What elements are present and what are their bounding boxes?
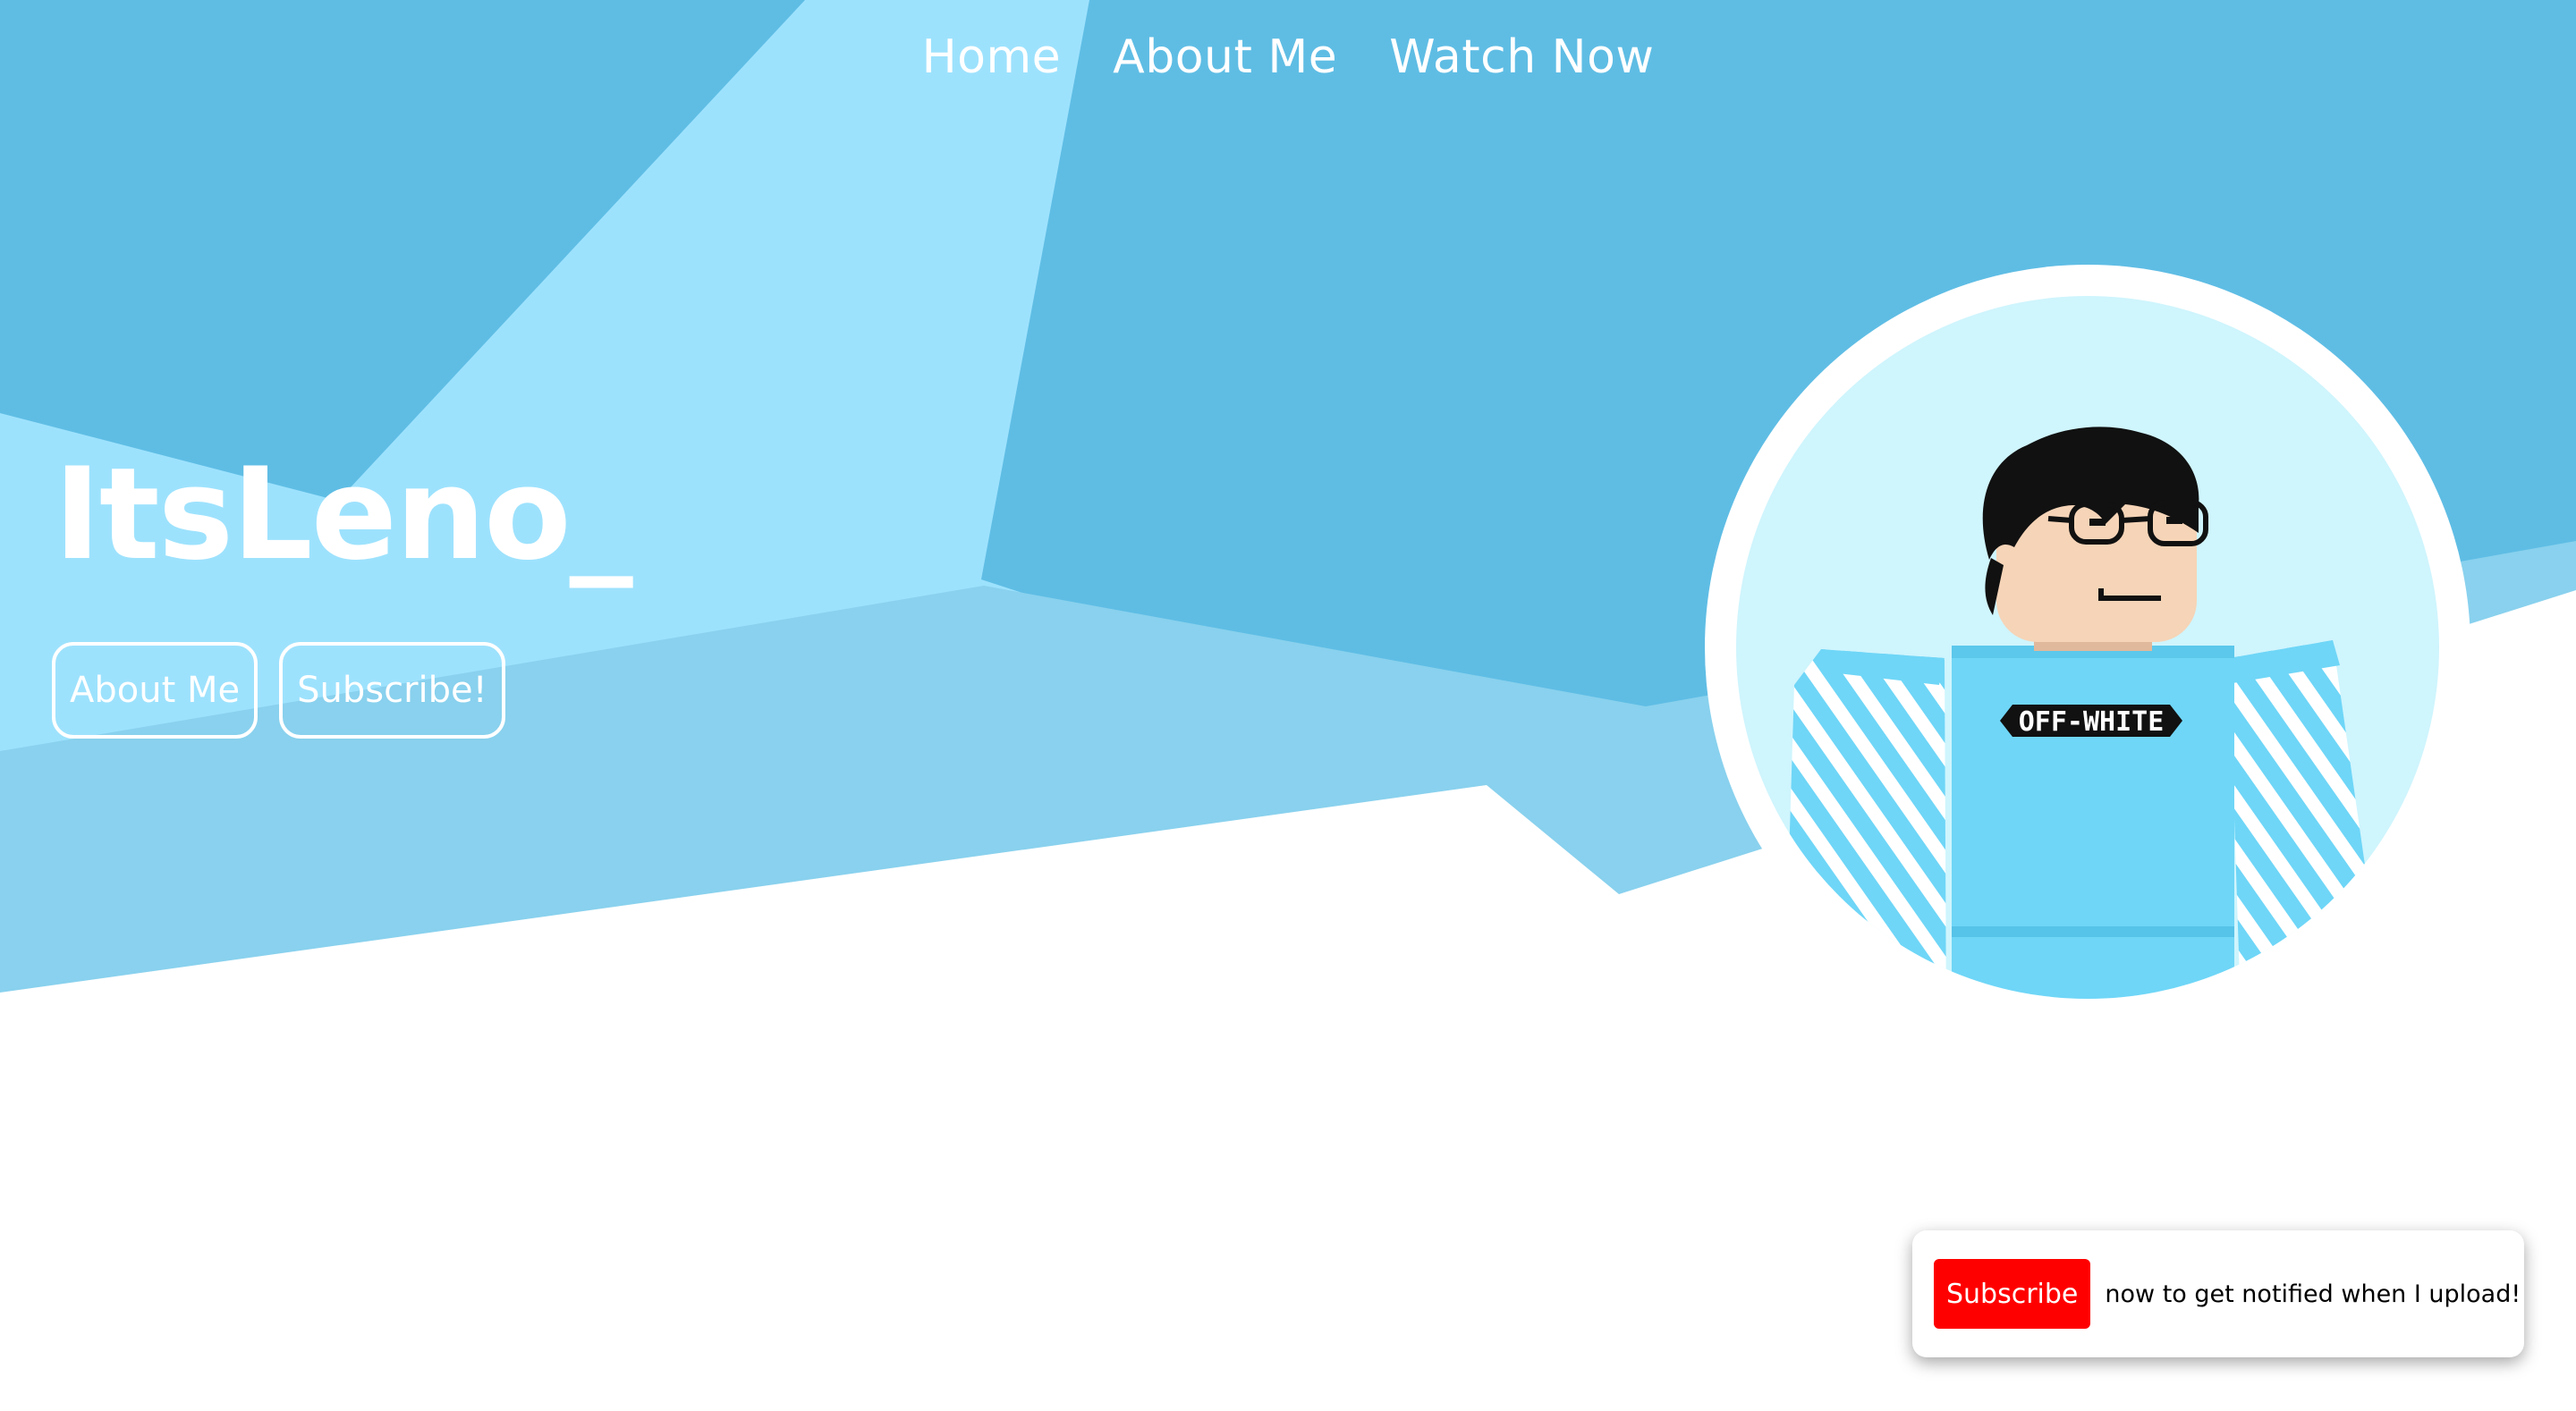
hero-title: ItsLeno_: [54, 441, 633, 588]
avatar-illustration: OFF-WHITE: [1705, 265, 2470, 1030]
hero-buttons: About Me Subscribe!: [52, 642, 505, 739]
toast-subscribe-button[interactable]: Subscribe: [1934, 1259, 2091, 1329]
top-nav: Home About Me Watch Now: [0, 30, 2576, 84]
nav-about-me[interactable]: About Me: [1113, 30, 1337, 84]
nav-watch-now[interactable]: Watch Now: [1389, 30, 1654, 84]
toast-message: now to get notified when I upload!: [2105, 1280, 2521, 1308]
subscribe-button[interactable]: Subscribe!: [279, 642, 505, 739]
nav-home[interactable]: Home: [922, 30, 1062, 84]
about-me-button[interactable]: About Me: [52, 642, 258, 739]
profile-avatar: OFF-WHITE: [1705, 265, 2470, 1030]
shirt-logo-text: OFF-WHITE: [2019, 706, 2165, 738]
page: Home About Me Watch Now ItsLeno_ About M…: [0, 0, 2576, 1411]
subscribe-toast: Subscribe now to get notified when I upl…: [1912, 1230, 2524, 1357]
avatar-torso: [1952, 646, 2234, 999]
